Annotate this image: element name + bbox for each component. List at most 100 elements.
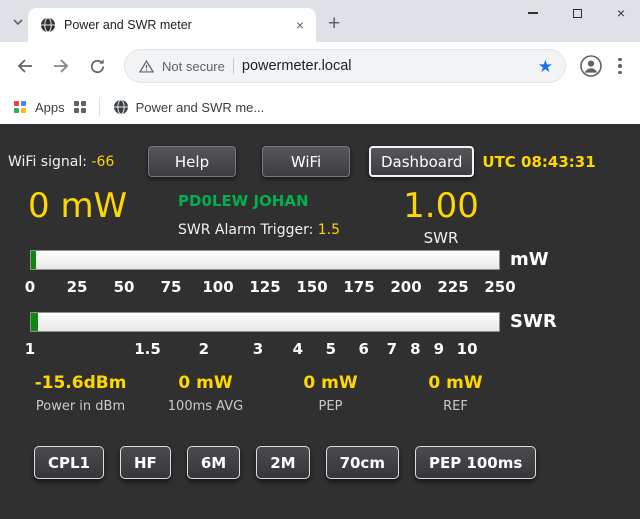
powermeter-page: WiFi signal: -66 Help WiFi Dashboard UTC… — [0, 124, 640, 519]
apps-label[interactable]: Apps — [35, 100, 65, 115]
scale-tick: 125 — [249, 278, 280, 296]
window-maximize-button[interactable] — [570, 6, 584, 20]
bookmark-item[interactable]: Power and SWR me... — [113, 99, 265, 115]
reading-value: 0 mW — [393, 373, 518, 393]
wifi-signal-value: -66 — [91, 154, 114, 170]
reading-avg: 0 mW 100ms AVG — [143, 373, 268, 414]
scale-tick: 250 — [484, 278, 515, 296]
swr-value-caption: SWR — [304, 229, 578, 247]
scale-tick: 225 — [437, 278, 468, 296]
reading-label: 100ms AVG — [143, 399, 268, 414]
swr-alarm-label: SWR Alarm Trigger: — [178, 222, 313, 238]
scale-tick: 9 — [434, 340, 444, 358]
cpl1-button[interactable]: CPL1 — [34, 446, 104, 479]
2m-button[interactable]: 2M — [256, 446, 309, 479]
scale-tick: 8 — [410, 340, 420, 358]
swr-value-block: 1.00 SWR — [304, 187, 578, 247]
back-button[interactable] — [8, 49, 42, 83]
scale-tick: 150 — [296, 278, 327, 296]
window-controls: × — [526, 6, 628, 20]
reading-label: Power in dBm — [18, 399, 143, 414]
scale-tick: 6 — [358, 340, 368, 358]
profile-avatar-icon[interactable] — [576, 51, 606, 81]
readings-row: -15.6dBm Power in dBm 0 mW 100ms AVG 0 m… — [0, 373, 640, 414]
power-scale: 0 25 50 75 100 125 150 175 200 225 250 — [30, 275, 500, 301]
swr-gauge-fill — [31, 313, 38, 331]
scale-tick: 1.5 — [134, 340, 161, 358]
reading-ref: 0 mW REF — [393, 373, 518, 414]
window-minimize-button[interactable] — [526, 6, 540, 20]
tab-title: Power and SWR meter — [64, 18, 284, 32]
reading-pep: 0 mW PEP — [268, 373, 393, 414]
callsign-block: PD0LEW JOHAN SWR Alarm Trigger: 1.5 — [178, 187, 304, 238]
new-tab-button[interactable]: + — [328, 13, 340, 34]
scale-tick: 0 — [25, 278, 35, 296]
help-button[interactable]: Help — [148, 146, 236, 177]
scale-tick: 50 — [114, 278, 135, 296]
70cm-button[interactable]: 70cm — [326, 446, 399, 479]
bookmark-star-icon[interactable]: ★ — [538, 58, 553, 75]
callsign: PD0LEW JOHAN — [178, 192, 304, 210]
band-button-row: CPL1 HF 6M 2M 70cm PEP 100ms — [0, 446, 640, 479]
power-bar-unit: mW — [510, 249, 560, 270]
pep-100ms-button[interactable]: PEP 100ms — [415, 446, 536, 479]
tab-close-icon[interactable]: × — [292, 16, 308, 34]
swr-scale: 1 1.5 2 3 4 5 6 7 8 9 10 — [30, 337, 500, 363]
wifi-signal: WiFi signal: -66 — [8, 154, 148, 170]
reading-label: PEP — [268, 399, 393, 414]
swr-bar-unit: SWR — [510, 311, 560, 332]
scale-tick: 75 — [161, 278, 182, 296]
reading-value: -15.6dBm — [18, 373, 143, 393]
swr-meter: SWR 1 1.5 2 3 4 5 6 7 8 9 10 — [0, 311, 640, 363]
meter-header: WiFi signal: -66 Help WiFi Dashboard UTC… — [0, 146, 640, 177]
bookmarks-bar: Apps Power and SWR me... — [0, 90, 640, 124]
utc-time: UTC 08:43:31 — [482, 153, 595, 171]
browser-titlebar: Power and SWR meter × + × — [0, 0, 640, 42]
browser-menu-icon[interactable] — [608, 51, 632, 81]
power-gauge-fill — [31, 251, 36, 269]
omnibox-divider — [233, 58, 234, 74]
scale-tick: 200 — [390, 278, 421, 296]
wifi-signal-label: WiFi signal: — [8, 154, 87, 170]
swr-alarm-line: SWR Alarm Trigger: 1.5 — [178, 222, 304, 238]
browser-toolbar: Not secure powermeter.local ★ — [0, 42, 640, 90]
scale-tick: 100 — [202, 278, 233, 296]
reading-label: REF — [393, 399, 518, 414]
bookmarks-divider — [99, 98, 100, 116]
hf-button[interactable]: HF — [120, 446, 171, 479]
reload-button[interactable] — [80, 49, 114, 83]
dashboard-button[interactable]: Dashboard — [369, 146, 474, 177]
value-row: 0 mW PD0LEW JOHAN SWR Alarm Trigger: 1.5… — [0, 187, 640, 247]
swr-value: 1.00 — [304, 187, 578, 226]
browser-tab[interactable]: Power and SWR meter × — [28, 8, 316, 42]
forward-button[interactable] — [44, 49, 78, 83]
scale-tick: 1 — [25, 340, 35, 358]
reading-value: 0 mW — [268, 373, 393, 393]
url-text[interactable]: powermeter.local — [242, 58, 530, 74]
scale-tick: 175 — [343, 278, 374, 296]
scale-tick: 4 — [293, 340, 303, 358]
scale-tick: 10 — [457, 340, 478, 358]
6m-button[interactable]: 6M — [187, 446, 240, 479]
tab-search-chevron-icon[interactable] — [10, 14, 26, 30]
not-secure-warning-icon — [139, 59, 154, 74]
window-close-button[interactable]: × — [614, 6, 628, 20]
power-gauge-bar — [30, 250, 500, 270]
address-bar[interactable]: Not secure powermeter.local ★ — [124, 49, 566, 83]
site-favicon-globe-icon — [40, 17, 56, 33]
bookmark-grid-icon[interactable] — [74, 101, 86, 113]
wifi-button[interactable]: WiFi — [262, 146, 350, 177]
reading-value: 0 mW — [143, 373, 268, 393]
scale-tick: 3 — [253, 340, 263, 358]
swr-gauge-bar — [30, 312, 500, 332]
reading-dbm: -15.6dBm Power in dBm — [18, 373, 143, 414]
scale-tick: 25 — [67, 278, 88, 296]
bookmark-title: Power and SWR me... — [136, 100, 265, 115]
power-meter: mW 0 25 50 75 100 125 150 175 200 225 25… — [0, 249, 640, 301]
power-value: 0 mW — [28, 187, 178, 226]
bookmark-favicon-globe-icon — [113, 99, 129, 115]
scale-tick: 5 — [326, 340, 336, 358]
scale-tick: 2 — [199, 340, 209, 358]
security-label[interactable]: Not secure — [162, 59, 225, 74]
apps-grid-icon[interactable] — [14, 101, 26, 113]
